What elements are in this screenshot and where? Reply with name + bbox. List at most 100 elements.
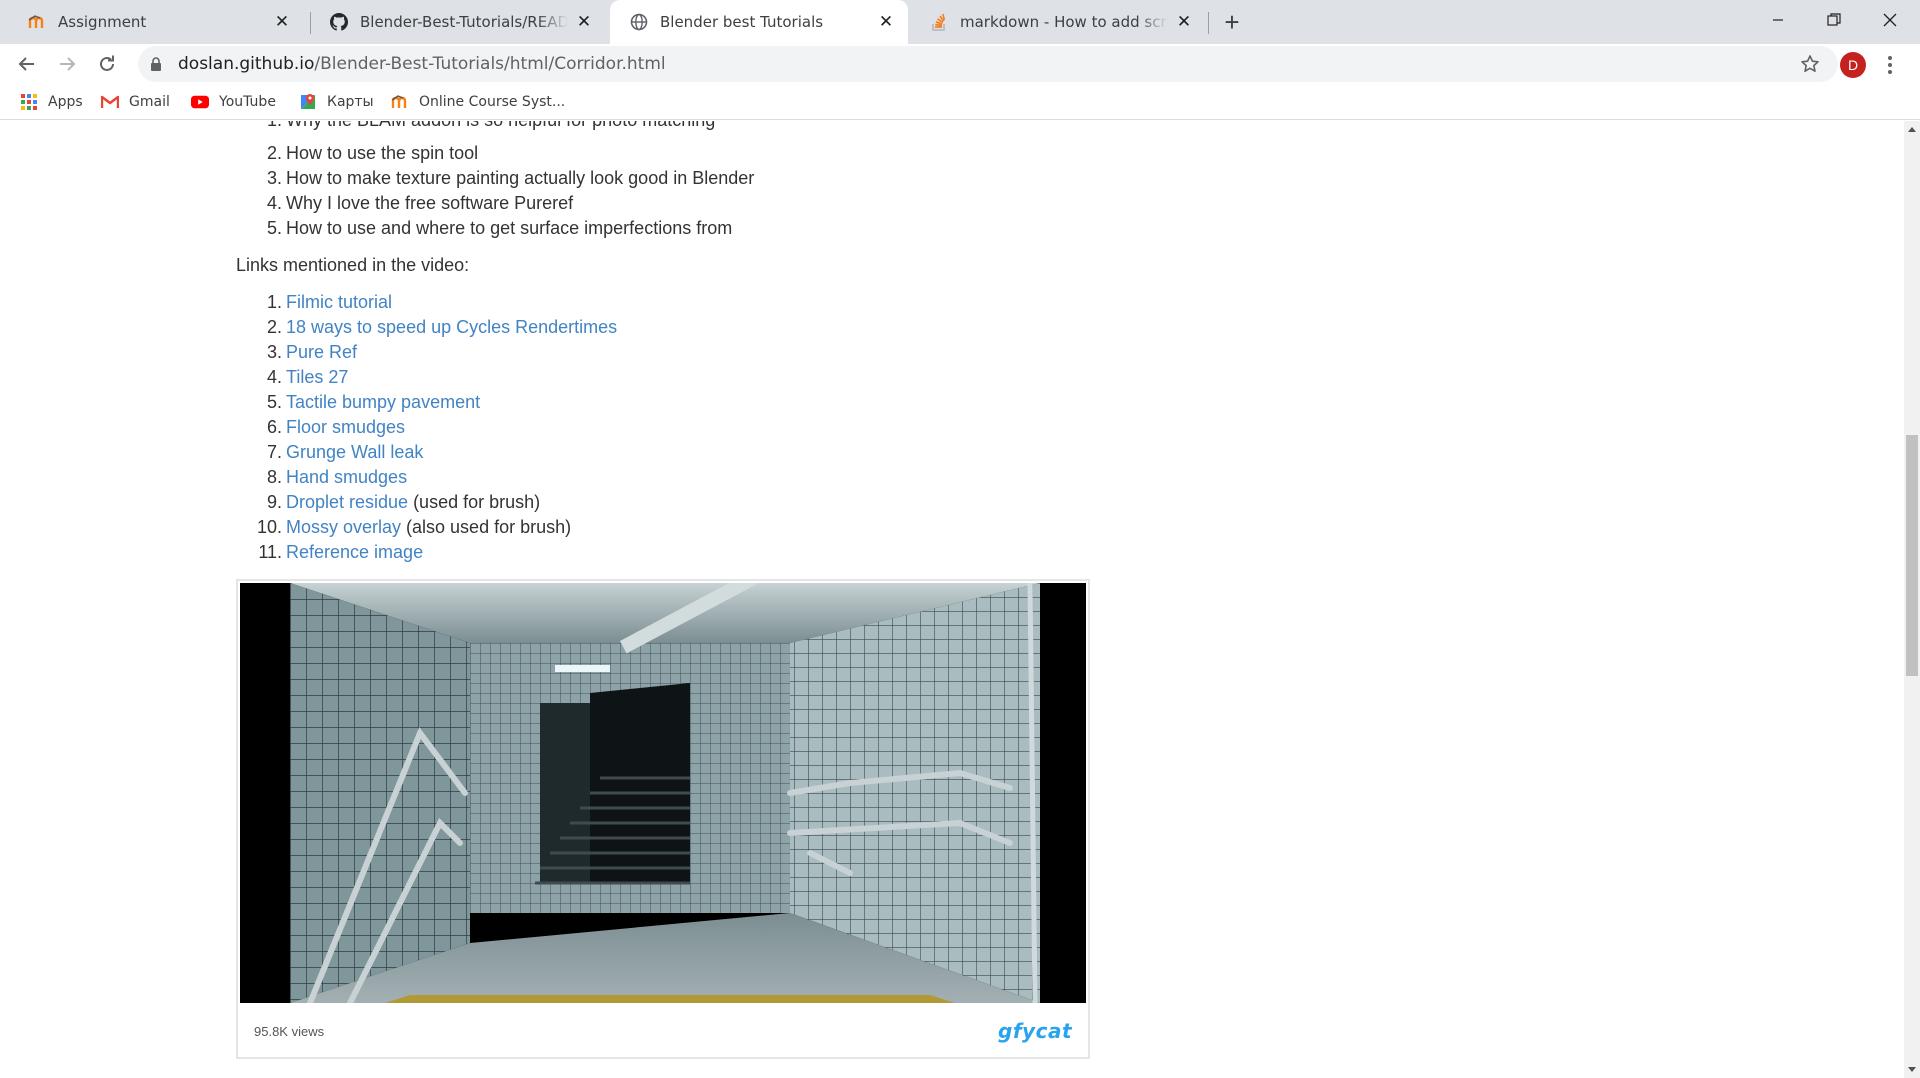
bookmarks-bar: Apps Gmail YouTube Карты Online Course S…	[0, 84, 1920, 120]
gmail-icon	[101, 93, 119, 111]
close-icon[interactable]: ✕	[574, 12, 594, 32]
scroll-up-arrow-icon[interactable]	[1904, 121, 1920, 137]
tab-title: Blender best Tutorials	[660, 13, 824, 31]
minimize-icon[interactable]	[1750, 0, 1806, 40]
list-number: 7.	[266, 442, 282, 462]
list-number: 9.	[266, 492, 282, 512]
tab-stackoverflow[interactable]: markdown - How to add screenshot ✕	[910, 0, 1206, 44]
list-text: How to make texture painting actually lo…	[286, 168, 755, 188]
link-grunge-wall-leak[interactable]: Grunge Wall leak	[286, 442, 423, 462]
tab-strip: Assignment ✕ Blender-Best-Tutorials/READ…	[0, 0, 1920, 44]
forward-arrow-icon[interactable]	[49, 46, 85, 82]
bookmark-online-course[interactable]: Online Course Syst...	[391, 90, 565, 114]
list-number: 1.	[236, 121, 282, 133]
bookmark-star-icon[interactable]	[1800, 54, 1820, 74]
list-number: 2.	[266, 317, 282, 337]
page-viewport: 1. Why the BLAM addon is so helpful for p…	[0, 121, 1904, 1078]
link-tiles-27[interactable]: Tiles 27	[286, 367, 348, 387]
maps-icon	[299, 93, 317, 111]
list-item: 2. 18 ways to speed up Cycles Rendertimes	[236, 315, 617, 340]
link-note: (used for brush)	[408, 492, 541, 512]
link-note: (also used for brush)	[401, 517, 572, 537]
list-number: 3.	[266, 342, 282, 362]
tab-separator	[1208, 12, 1209, 34]
url-path: /Blender-Best-Tutorials/html/Corridor.ht…	[314, 54, 666, 74]
new-tab-plus-icon[interactable]: +	[1218, 7, 1246, 37]
menu-kebab-icon[interactable]	[1880, 54, 1900, 76]
browser-toolbar: doslan.github.io/Blender-Best-Tutorials/…	[0, 44, 1920, 84]
list-item: 8. Hand smudges	[236, 465, 617, 490]
bookmark-label: Apps	[48, 94, 83, 110]
tab-title: Assignment	[58, 13, 147, 31]
tab-github-readme[interactable]: Blender-Best-Tutorials/README.md ✕	[310, 0, 606, 44]
list-item: 10. Mossy overlay (also used for brush)	[236, 515, 617, 540]
github-icon	[330, 13, 348, 31]
vertical-scrollbar[interactable]	[1904, 121, 1920, 1078]
back-arrow-icon[interactable]	[9, 46, 45, 82]
link-droplet-residue[interactable]: Droplet residue	[286, 492, 408, 512]
list-number: 4.	[266, 193, 282, 213]
list-number: 10.	[256, 517, 282, 537]
gif-video-player[interactable]	[240, 583, 1086, 1003]
link-filmic-tutorial[interactable]: Filmic tutorial	[286, 292, 392, 312]
close-icon[interactable]: ✕	[1174, 12, 1194, 32]
link-pure-ref[interactable]: Pure Ref	[286, 342, 357, 362]
link-tactile-pavement[interactable]: Tactile bumpy pavement	[286, 392, 480, 412]
window-close-icon[interactable]	[1862, 0, 1918, 40]
list-number: 6.	[266, 417, 282, 437]
link-cycles-rendertimes[interactable]: 18 ways to speed up Cycles Rendertimes	[286, 317, 617, 337]
bookmark-youtube[interactable]: YouTube	[191, 90, 276, 114]
topics-list: 2. How to use the spin tool 3. How to make…	[236, 141, 754, 241]
close-icon[interactable]: ✕	[876, 12, 896, 32]
bookmark-label: Карты	[327, 94, 374, 110]
scrollbar-thumb[interactable]	[1906, 435, 1918, 676]
tab-blender-best-tutorials[interactable]: Blender best Tutorials ✕	[610, 0, 908, 44]
list-text: How to use and where to get surface impe…	[286, 218, 733, 238]
link-floor-smudges[interactable]: Floor smudges	[286, 417, 405, 437]
tab-assignment[interactable]: Assignment ✕	[8, 0, 304, 44]
tab-title: markdown - How to add screenshot	[960, 13, 1168, 31]
gif-embed[interactable]: 95.8K views gfycat	[236, 579, 1090, 1059]
moodle-icon	[28, 13, 46, 31]
list-text: Why the BLAM addon is so helpful for pho…	[286, 121, 715, 130]
view-count: 95.8K views	[254, 1023, 325, 1039]
close-icon[interactable]: ✕	[272, 12, 292, 32]
moodle-icon	[391, 93, 409, 111]
url-host: doslan.github.io	[178, 54, 315, 74]
gif-footer: 95.8K views gfycat	[238, 1005, 1088, 1057]
list-item: 4. Tiles 27	[236, 365, 617, 390]
list-item: 1. Why the BLAM addon is so helpful for p…	[236, 121, 715, 133]
apps-grid-icon	[20, 93, 38, 111]
list-text: How to use the spin tool	[286, 143, 479, 163]
scroll-down-arrow-icon[interactable]	[1904, 1062, 1920, 1078]
list-item: 7. Grunge Wall leak	[236, 440, 617, 465]
reload-icon[interactable]	[89, 46, 125, 82]
list-number: 5.	[266, 392, 282, 412]
list-number: 2.	[266, 143, 282, 163]
url-text: doslan.github.io/Blender-Best-Tutorials/…	[178, 54, 666, 74]
globe-icon	[630, 13, 648, 31]
links-heading: Links mentioned in the video:	[236, 255, 470, 275]
list-item: 5. How to use and where to get surface im…	[236, 216, 754, 241]
bookmark-apps[interactable]: Apps	[20, 90, 83, 114]
restore-icon[interactable]	[1806, 0, 1862, 40]
lock-icon[interactable]	[150, 56, 166, 72]
stackoverflow-icon	[930, 13, 948, 31]
link-hand-smudges[interactable]: Hand smudges	[286, 467, 407, 487]
profile-avatar[interactable]: D	[1840, 52, 1866, 78]
bookmark-label: Online Course Syst...	[419, 94, 566, 110]
list-number: 3.	[266, 168, 282, 188]
bookmark-label: YouTube	[219, 94, 276, 110]
address-bar[interactable]: doslan.github.io/Blender-Best-Tutorials/…	[138, 46, 1838, 82]
list-item: 6. Floor smudges	[236, 415, 617, 440]
bookmark-gmail[interactable]: Gmail	[101, 90, 170, 114]
corridor-render-image	[290, 583, 1040, 1003]
link-mossy-overlay[interactable]: Mossy overlay	[286, 517, 401, 537]
list-item: 5. Tactile bumpy pavement	[236, 390, 617, 415]
gfycat-logo[interactable]: gfycat	[998, 1019, 1072, 1043]
list-number: 1.	[266, 292, 282, 312]
bookmark-maps[interactable]: Карты	[299, 90, 374, 114]
list-item: 9. Droplet residue (used for brush)	[236, 490, 617, 515]
list-item: 1. Filmic tutorial	[236, 290, 617, 315]
link-reference-image[interactable]: Reference image	[286, 542, 423, 562]
